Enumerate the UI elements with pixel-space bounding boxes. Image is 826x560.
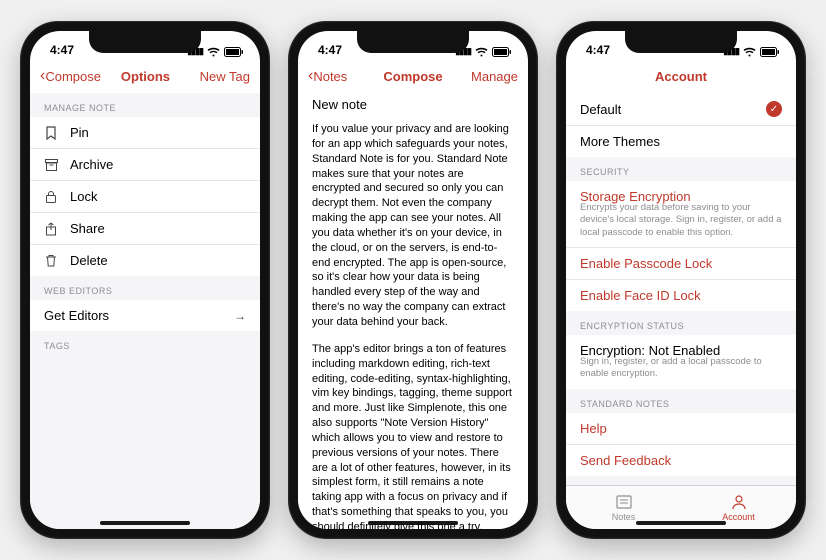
nav-bar: Account	[566, 59, 796, 93]
row-share[interactable]: Share	[30, 213, 260, 245]
nav-manage[interactable]: Manage	[458, 69, 518, 84]
nav-title: Account	[636, 69, 726, 84]
bookmark-icon	[44, 126, 58, 140]
row-pin[interactable]: Pin	[30, 117, 260, 149]
status-time: 4:47	[318, 43, 342, 57]
nav-title: Options	[101, 69, 190, 84]
row-label: Delete	[70, 253, 246, 268]
row-label: More Themes	[580, 134, 782, 149]
row-label: Share	[70, 221, 246, 236]
nav-bar: ‹ Compose Options New Tag	[30, 59, 260, 93]
row-more-themes[interactable]: More Themes	[566, 126, 796, 157]
battery-icon	[492, 47, 512, 57]
row-enable-passcode[interactable]: Enable Passcode Lock	[566, 248, 796, 280]
section-web-editors: WEB EDITORS	[30, 276, 260, 300]
storage-encryption-desc: Encrypts your data before saving to your…	[566, 202, 796, 248]
wifi-icon	[207, 47, 220, 57]
row-enable-faceid[interactable]: Enable Face ID Lock	[566, 280, 796, 311]
nav-back-compose[interactable]: ‹ Compose	[40, 68, 101, 84]
row-label: Get Editors	[44, 308, 222, 323]
row-label: Lock	[70, 189, 246, 204]
compose-content[interactable]: New note If you value your privacy and a…	[298, 93, 528, 529]
row-label: Enable Face ID Lock	[580, 288, 782, 303]
account-icon	[730, 494, 748, 510]
home-indicator[interactable]	[368, 521, 458, 525]
section-standard-notes: STANDARD NOTES	[566, 389, 796, 413]
battery-icon	[224, 47, 244, 57]
nav-back-notes[interactable]: ‹ Notes	[308, 68, 368, 84]
nav-title: Compose	[368, 69, 458, 84]
lock-icon	[44, 190, 58, 203]
tab-label: Account	[722, 512, 755, 522]
phone-options: 4:47 ▮▮▮▮ ‹ Compose Options New Tag	[20, 21, 270, 539]
note-body-para2[interactable]: The app's editor brings a ton of feature…	[298, 338, 528, 529]
home-indicator[interactable]	[100, 521, 190, 525]
nav-back-label: Notes	[313, 69, 347, 84]
archive-icon	[44, 159, 58, 171]
tab-label: Notes	[612, 512, 636, 522]
nav-back-label: Compose	[45, 69, 101, 84]
notch	[625, 31, 737, 53]
row-lock[interactable]: Lock	[30, 181, 260, 213]
options-content: MANAGE NOTE Pin Archive Lock	[30, 93, 260, 529]
arrow-right-icon: →	[234, 309, 246, 323]
notch	[89, 31, 201, 53]
status-time: 4:47	[50, 43, 74, 57]
section-encryption-status: ENCRYPTION STATUS	[566, 311, 796, 335]
nav-right-label: Manage	[471, 69, 518, 84]
status-time: 4:47	[586, 43, 610, 57]
notch	[357, 31, 469, 53]
row-label: Help	[580, 421, 782, 436]
row-label: Archive	[70, 157, 246, 172]
nav-bar: ‹ Notes Compose Manage	[298, 59, 528, 93]
row-help[interactable]: Help	[566, 413, 796, 445]
row-label: Default	[580, 102, 754, 117]
row-label: Pin	[70, 125, 246, 140]
share-icon	[44, 222, 58, 236]
row-theme-default[interactable]: Default ✓	[566, 93, 796, 126]
phone-account: 4:47 ▮▮▮▮ Account Default ✓ More	[556, 21, 806, 539]
row-label: Send Feedback	[580, 453, 782, 468]
home-indicator[interactable]	[636, 521, 726, 525]
phone-compose: 4:47 ▮▮▮▮ ‹ Notes Compose Manage N	[288, 21, 538, 539]
row-send-feedback[interactable]: Send Feedback	[566, 445, 796, 476]
notes-icon	[615, 494, 633, 510]
battery-icon	[760, 47, 780, 57]
section-security: SECURITY	[566, 157, 796, 181]
nav-right-label: New Tag	[200, 69, 250, 84]
row-label: Enable Passcode Lock	[580, 256, 782, 271]
row-archive[interactable]: Archive	[30, 149, 260, 181]
row-delete[interactable]: Delete	[30, 245, 260, 276]
encryption-status-desc: Sign in, register, or add a local passco…	[566, 356, 796, 389]
wifi-icon	[743, 47, 756, 57]
row-get-editors[interactable]: Get Editors →	[30, 300, 260, 331]
note-title-field[interactable]: New note	[298, 93, 528, 118]
section-manage-note: MANAGE NOTE	[30, 93, 260, 117]
account-content[interactable]: Default ✓ More Themes SECURITY Storage E…	[566, 93, 796, 485]
note-body-para1[interactable]: If you value your privacy and are lookin…	[298, 118, 528, 338]
nav-new-tag[interactable]: New Tag	[190, 69, 250, 84]
trash-icon	[44, 254, 58, 267]
check-icon: ✓	[766, 101, 782, 117]
wifi-icon	[475, 47, 488, 57]
section-tags: TAGS	[30, 331, 260, 355]
